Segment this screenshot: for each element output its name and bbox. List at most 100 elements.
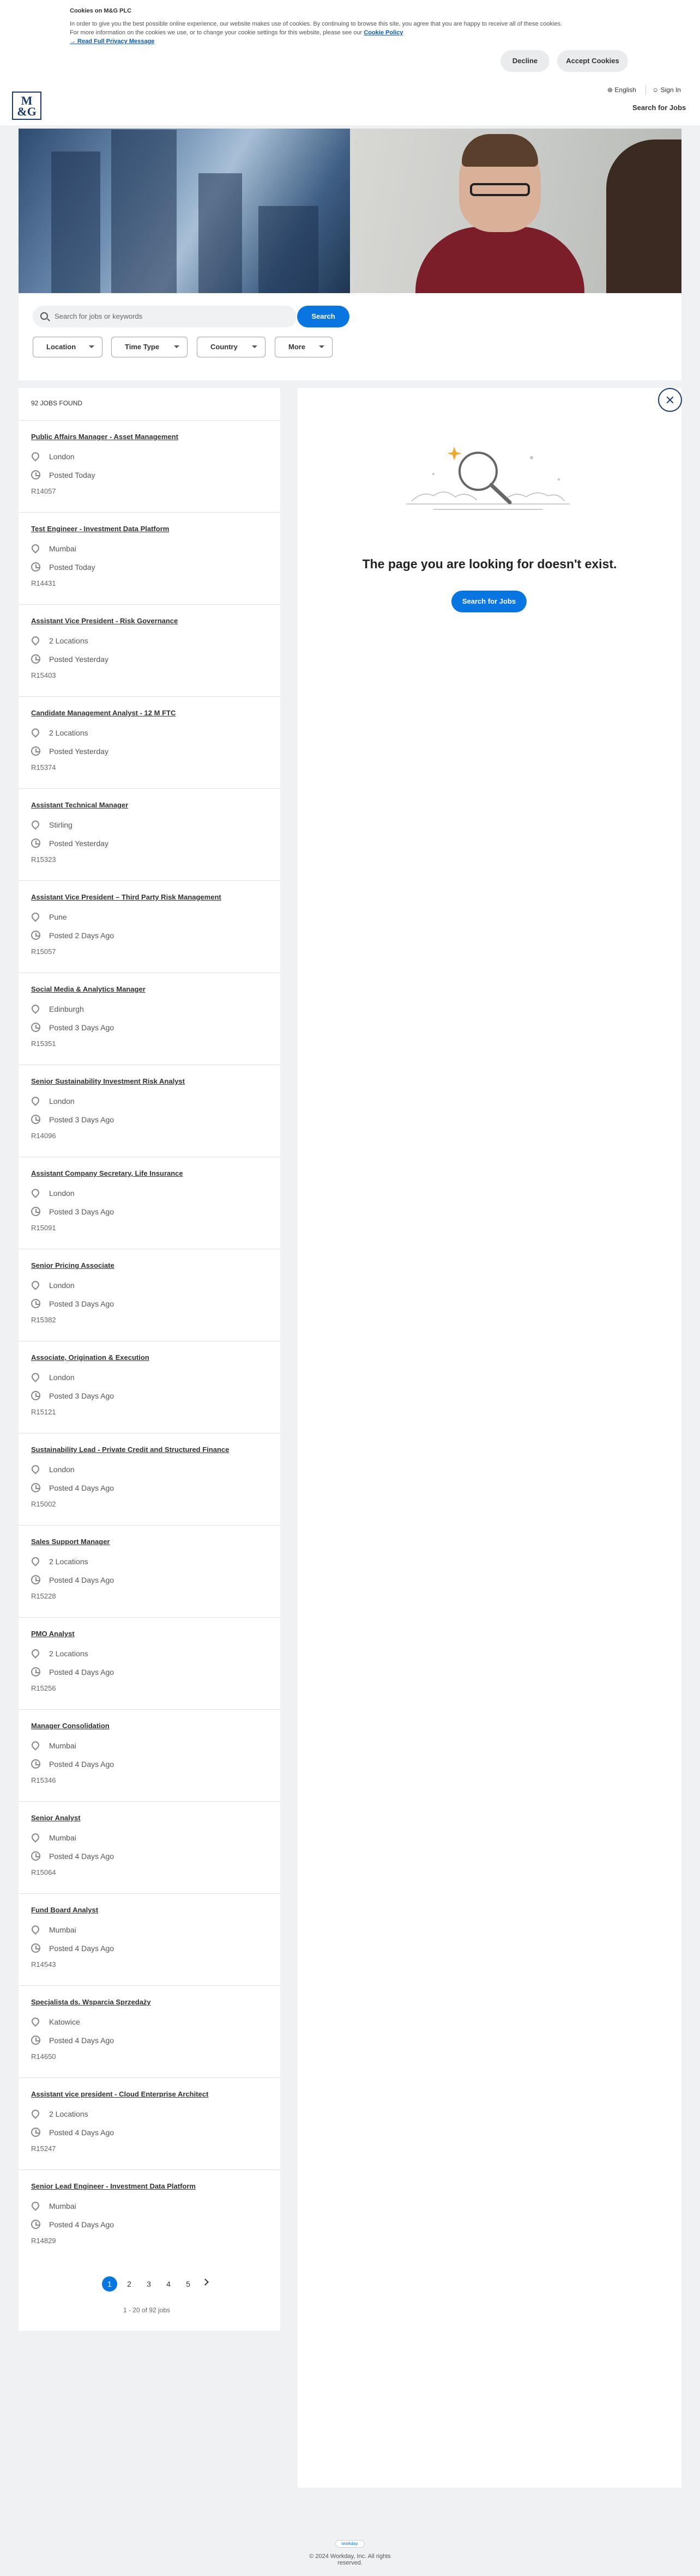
site-header xyxy=(0,76,700,125)
job-row[interactable]: PMO Analyst 2 Locations Posted 4 Days Ago R… xyxy=(19,1617,280,1709)
job-row[interactable]: Assistant Vice President - Risk Governan… xyxy=(19,604,280,696)
company-logo[interactable]: M &G xyxy=(12,92,41,120)
job-posted-date: Posted 4 Days Ago xyxy=(49,2220,114,2229)
job-row[interactable]: Senior Sustainability Investment Risk An… xyxy=(19,1065,280,1157)
job-location: London xyxy=(49,1465,75,1474)
hero-image xyxy=(19,129,681,293)
job-row[interactable]: Senior Lead Engineer - Investment Data P… xyxy=(19,2170,280,2262)
job-row[interactable]: Specjalista ds. Wsparcia Sprzedaży Katowi… xyxy=(19,1985,280,2077)
job-row[interactable]: Test Engineer - Investment Data Platform… xyxy=(19,512,280,604)
job-title-link[interactable]: Assistant Company Secretary, Life Insura… xyxy=(31,1169,183,1177)
privacy-message-link[interactable]: → Read Full Privacy Message xyxy=(70,38,154,45)
logo-line-2: &G xyxy=(17,105,37,118)
page-4-button[interactable]: 4 xyxy=(161,2276,176,2292)
page-3-button[interactable]: 3 xyxy=(141,2276,156,2292)
colleagues-image xyxy=(350,129,681,293)
job-reference: R15374 xyxy=(31,763,56,771)
job-posted-date: Posted 4 Days Ago xyxy=(49,1484,114,1492)
job-title-link[interactable]: Assistant Technical Manager xyxy=(31,801,128,809)
filter-location[interactable]: Location xyxy=(33,337,102,357)
search-for-jobs-button[interactable]: Search for Jobs xyxy=(451,591,527,612)
job-title-link[interactable]: Senior Sustainability Investment Risk An… xyxy=(31,1077,185,1085)
job-title-link[interactable]: Specjalista ds. Wsparcia Sprzedaży xyxy=(31,1998,151,2006)
job-row[interactable]: Sales Support Manager 2 Locations Posted 4… xyxy=(19,1525,280,1617)
job-title-link[interactable]: Assistant Vice President – Third Party R… xyxy=(31,893,221,901)
search-placeholder: Search for jobs or keywords xyxy=(55,312,143,320)
page-5-button[interactable]: 5 xyxy=(180,2276,196,2292)
search-for-jobs-link[interactable]: Search for Jobs xyxy=(632,104,686,112)
job-title-link[interactable]: Senior Lead Engineer - Investment Data P… xyxy=(31,2182,196,2190)
job-posted-date: Posted 3 Days Ago xyxy=(49,1023,114,1032)
clock-icon xyxy=(31,1115,40,1124)
job-reference: R15323 xyxy=(31,855,56,864)
page-2-button[interactable]: 2 xyxy=(122,2276,137,2292)
filter-country[interactable]: Country xyxy=(197,337,265,357)
job-title-link[interactable]: Test Engineer - Investment Data Platform xyxy=(31,525,169,533)
search-icon xyxy=(40,312,48,320)
search-button[interactable]: Search xyxy=(297,306,349,327)
job-title-link[interactable]: Candidate Management Analyst - 12 M FTC xyxy=(31,709,176,717)
workday-logo[interactable]: workday. xyxy=(335,2540,365,2548)
job-row[interactable]: Social Media & Analytics Manager Edinburg… xyxy=(19,973,280,1065)
job-title-link[interactable]: Manager Consolidation xyxy=(31,1722,110,1730)
decline-cookies-button[interactable]: Decline xyxy=(500,50,550,72)
clock-icon xyxy=(31,1207,40,1216)
job-posted-date: Posted 4 Days Ago xyxy=(49,2128,114,2137)
job-reference: R14096 xyxy=(31,1132,56,1140)
job-reference: R14431 xyxy=(31,579,56,587)
clock-icon xyxy=(31,839,40,848)
clock-icon xyxy=(31,2128,40,2137)
job-location: London xyxy=(49,1373,75,1382)
language-selector[interactable]: ⊕ English xyxy=(607,86,636,94)
job-posted-date: Posted Yesterday xyxy=(49,655,108,664)
job-row[interactable]: Assistant Company Secretary, Life Insura… xyxy=(19,1157,280,1249)
copyright-text: © 2024 Workday, Inc. All rights reserved… xyxy=(309,2553,391,2566)
job-row[interactable]: Associate, Origination & Execution London… xyxy=(19,1341,280,1433)
job-row[interactable]: Public Affairs Manager - Asset Managemen… xyxy=(19,420,280,512)
clock-icon xyxy=(31,1667,40,1676)
job-title-link[interactable]: Senior Analyst xyxy=(31,1814,81,1822)
job-title-link[interactable]: Associate, Origination & Execution xyxy=(31,1353,149,1362)
cookie-policy-link[interactable]: Cookie Policy xyxy=(364,29,403,36)
clock-icon xyxy=(31,1299,40,1308)
job-search-input[interactable]: Search for jobs or keywords xyxy=(33,306,297,327)
job-location: Stirling xyxy=(49,821,73,829)
job-row[interactable]: Assistant vice president - Cloud Enterpr… xyxy=(19,2077,280,2170)
job-title-link[interactable]: Fund Board Analyst xyxy=(31,1906,98,1914)
job-title-link[interactable]: Public Affairs Manager - Asset Managemen… xyxy=(31,433,178,441)
job-title-link[interactable]: Assistant vice president - Cloud Enterpr… xyxy=(31,2090,208,2098)
job-title-link[interactable]: Sales Support Manager xyxy=(31,1538,110,1546)
job-location: London xyxy=(49,1097,75,1105)
job-title-link[interactable]: PMO Analyst xyxy=(31,1630,75,1638)
user-icon: ☺ xyxy=(652,86,659,94)
location-pin-icon xyxy=(30,1371,41,1382)
job-row[interactable]: Fund Board Analyst Mumbai Posted 4 Days Ag… xyxy=(19,1893,280,1985)
job-row[interactable]: Assistant Vice President – Third Party R… xyxy=(19,880,280,973)
job-row[interactable]: Manager Consolidation Mumbai Posted 4 Days… xyxy=(19,1709,280,1801)
job-posted-date: Posted 3 Days Ago xyxy=(49,1299,114,1308)
clock-icon xyxy=(31,1483,40,1492)
job-title-link[interactable]: Social Media & Analytics Manager xyxy=(31,985,146,993)
job-row[interactable]: Senior Analyst Mumbai Posted 4 Days Ago R15… xyxy=(19,1801,280,1893)
accept-cookies-button[interactable]: Accept Cookies xyxy=(557,50,628,72)
filter-time-type[interactable]: Time Type xyxy=(111,337,188,357)
job-reference: R15228 xyxy=(31,1592,56,1600)
job-reference: R15121 xyxy=(31,1408,56,1416)
filter-more[interactable]: More xyxy=(275,337,333,357)
page-1-button[interactable]: 1 xyxy=(102,2276,117,2292)
job-row[interactable]: Candidate Management Analyst - 12 M FTC 2… xyxy=(19,696,280,788)
sign-in-link[interactable]: ☺ Sign In xyxy=(652,86,681,94)
clock-icon xyxy=(31,1943,40,1953)
job-title-link[interactable]: Senior Pricing Associate xyxy=(31,1261,114,1269)
clock-icon xyxy=(31,1759,40,1769)
job-location: Mumbai xyxy=(49,2202,76,2210)
not-found-illustration xyxy=(406,447,570,510)
job-title-link[interactable]: Assistant Vice President - Risk Governan… xyxy=(31,617,178,625)
job-reference: R15064 xyxy=(31,1868,56,1876)
job-reference: R15346 xyxy=(31,1776,56,1784)
job-title-link[interactable]: Sustainability Lead - Private Credit and… xyxy=(31,1445,229,1454)
close-icon[interactable] xyxy=(658,388,682,412)
job-row[interactable]: Sustainability Lead - Private Credit and… xyxy=(19,1433,280,1525)
job-row[interactable]: Assistant Technical Manager Stirling Poste… xyxy=(19,788,280,880)
job-row[interactable]: Senior Pricing Associate London Posted 3 D… xyxy=(19,1249,280,1341)
